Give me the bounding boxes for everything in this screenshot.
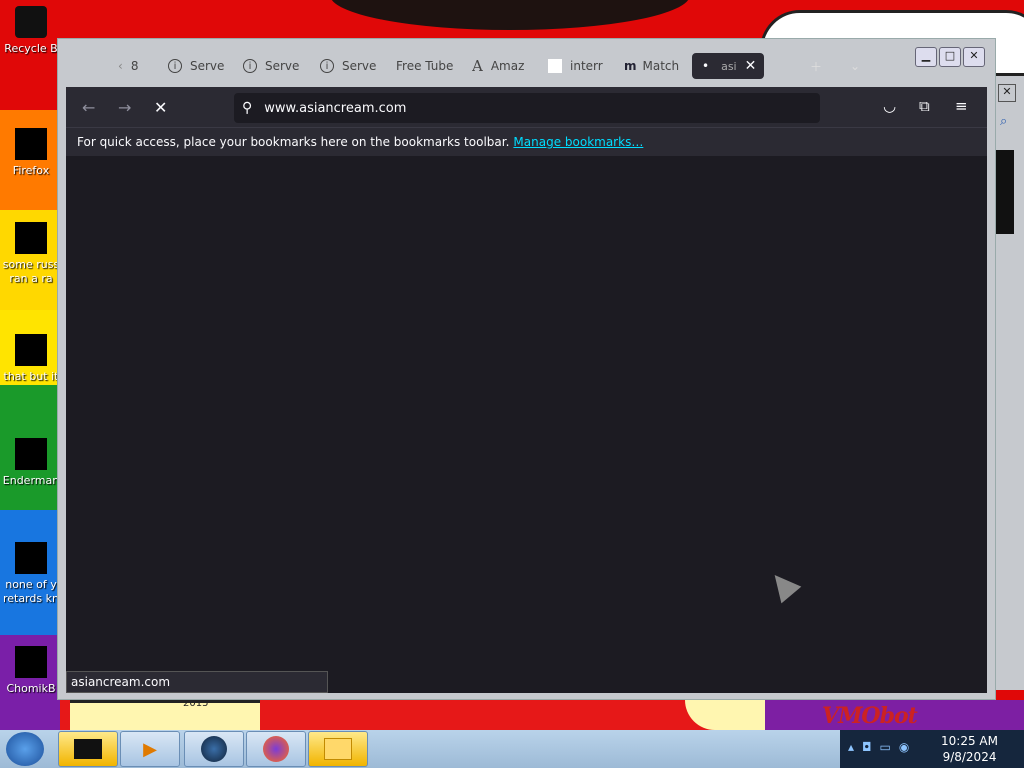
info-icon: i [320, 59, 334, 73]
taskbar: ▶ ▴◘▭◉ 10:25 AM 9/8/2024 [0, 730, 1024, 768]
info-icon: i [168, 59, 182, 73]
globe-icon [201, 736, 227, 762]
desktop-icon-folder[interactable]: that but it [0, 334, 62, 384]
search-icon: ⚲ [242, 100, 253, 116]
close-icon: ✕ [969, 49, 979, 62]
tab-server-2[interactable]: i Serve [243, 53, 301, 79]
tab-server-3[interactable]: i Serve [320, 53, 378, 79]
tab-bar: ‹ 8 i Serve i Serve i Serve Free Tube A … [58, 39, 995, 89]
desktop-icon-firefox[interactable]: Firefox [0, 128, 62, 178]
file-icon [15, 222, 47, 254]
clock-time: 10:25 AM [941, 734, 998, 748]
stop-button[interactable]: ✕ [154, 98, 167, 117]
match-icon: m [624, 59, 637, 73]
stop-icon: ✕ [154, 98, 168, 117]
chevron-down-icon: ⌄ [850, 59, 861, 73]
desktop-icon-enderman[interactable]: Enderman [0, 438, 62, 488]
pocket-button[interactable]: ◡ [883, 97, 896, 115]
arrow-right-icon: → [118, 98, 132, 117]
desktop-icon-recycle-bin[interactable]: Recycle B [0, 6, 62, 56]
tab-free-tube[interactable]: Free Tube [396, 53, 454, 79]
tab-internet[interactable]: interr [548, 53, 606, 79]
browser-window[interactable]: ‹ 8 i Serve i Serve i Serve Free Tube A … [57, 38, 996, 700]
info-icon: i [243, 59, 257, 73]
minimize-button[interactable]: ▁ [915, 47, 937, 67]
new-tab-button[interactable]: ＋ [810, 53, 830, 79]
recycle-bin-icon [15, 6, 47, 38]
pocket-icon: ◡ [883, 97, 897, 115]
firefox-icon [15, 128, 47, 160]
close-icon[interactable]: ✕ [998, 84, 1016, 102]
forward-button[interactable]: → [118, 98, 131, 117]
tray-icons[interactable]: ▴◘▭◉ [848, 740, 917, 754]
taskbar-media-player[interactable]: ▶ [120, 731, 180, 767]
puzzle-icon: ⧉ [919, 97, 930, 115]
clock[interactable]: 10:25 AM 9/8/2024 [941, 733, 998, 765]
folder-icon [324, 738, 352, 760]
menu-button[interactable]: ≡ [955, 97, 968, 115]
tab-match[interactable]: m Match [624, 53, 684, 79]
nav-toolbar: ← → ✕ ⚲ www.asiancream.com ◡ ⧉ ≡ [66, 87, 987, 127]
desktop-icon-file[interactable]: some russ ran a ra [0, 222, 62, 286]
taskbar-firefox[interactable] [246, 731, 306, 767]
search-icon[interactable]: ⌕ [1000, 114, 1007, 129]
maximize-button[interactable]: □ [939, 47, 961, 67]
close-tab-icon[interactable]: ✕ [745, 58, 757, 74]
opera-icon [15, 542, 47, 574]
clock-date: 9/8/2024 [942, 750, 997, 764]
desktop-icon-opera[interactable]: none of y retards kn [0, 542, 62, 606]
close-window-button[interactable]: ✕ [963, 47, 985, 67]
tab-scroll-left[interactable]: ‹ 8 [118, 53, 148, 79]
chevron-left-icon: ‹ [118, 59, 123, 73]
taskbar-terminal[interactable] [58, 731, 118, 767]
hamburger-icon: ≡ [955, 97, 968, 115]
bookmarks-message: For quick access, place your bookmarks h… [77, 135, 510, 149]
arrow-left-icon: ← [82, 98, 96, 117]
firefox-icon [263, 736, 289, 762]
folder-icon [15, 334, 47, 366]
plus-icon: ＋ [810, 59, 823, 74]
app-icon [15, 438, 47, 470]
loading-dot-icon: • [702, 59, 710, 73]
wallpaper-text: VMObot [822, 703, 918, 729]
amazon-icon: A [472, 57, 483, 75]
list-tabs-button[interactable]: ⌄ [850, 53, 870, 79]
page-content[interactable]: asiancream.com [66, 156, 987, 693]
terminal-icon [74, 739, 102, 759]
back-button[interactable]: ← [82, 98, 95, 117]
status-bar: asiancream.com [66, 671, 328, 693]
bookmarks-toolbar: For quick access, place your bookmarks h… [66, 127, 987, 156]
blank-page-icon [548, 59, 562, 73]
system-tray: ▴◘▭◉ 10:25 AM 9/8/2024 [840, 730, 1024, 768]
media-player-icon: ▶ [143, 738, 157, 760]
maximize-icon: □ [944, 49, 956, 62]
desktop-icon-chomik[interactable]: ChomikB [0, 646, 62, 696]
chomik-icon [15, 646, 47, 678]
taskbar-file-explorer[interactable] [308, 731, 368, 767]
url-bar[interactable]: ⚲ www.asiancream.com [234, 93, 820, 123]
start-button[interactable] [6, 732, 44, 766]
manage-bookmarks-link[interactable]: Manage bookmarks… [513, 135, 643, 149]
background-window[interactable]: ✕ ⌕ [994, 76, 1024, 690]
tab-amazon[interactable]: A Amaz [472, 53, 530, 79]
minimize-icon: ▁ [921, 49, 931, 62]
tab-server-1[interactable]: i Serve [168, 53, 226, 79]
extensions-button[interactable]: ⧉ [919, 97, 930, 115]
tab-active-asiancream[interactable]: • asi ✕ [692, 53, 764, 79]
taskbar-globe[interactable] [184, 731, 244, 767]
url-text[interactable]: www.asiancream.com [264, 101, 406, 116]
